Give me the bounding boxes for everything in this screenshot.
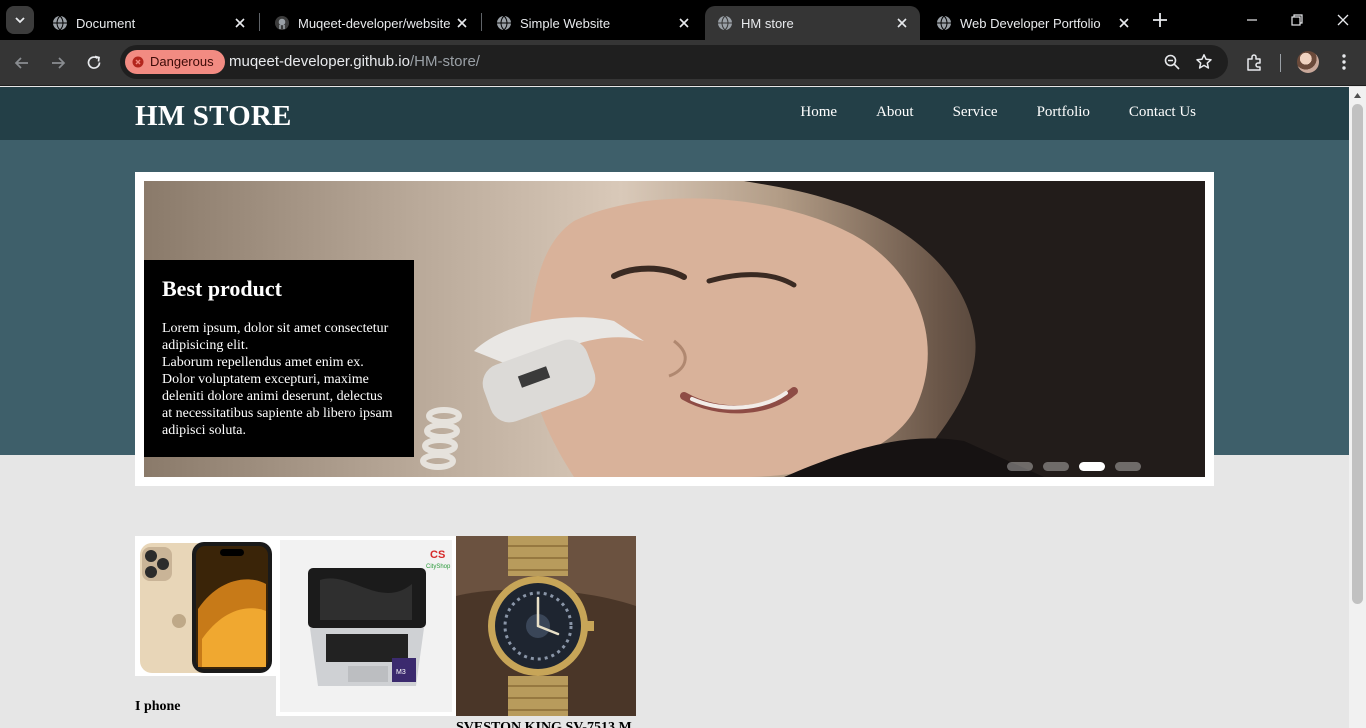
bookmark-star-icon[interactable] <box>1195 53 1213 71</box>
slider-dot-4[interactable] <box>1115 462 1141 471</box>
chevron-down-icon <box>15 17 25 24</box>
slider-dot-1[interactable] <box>1007 462 1033 471</box>
site-logo[interactable]: HM STORE <box>135 100 292 133</box>
tab-github[interactable]: Muqeet-developer/website <box>262 6 480 40</box>
laptop-illustration: CS CityShop M3 <box>280 540 452 712</box>
tab-title: Document <box>76 15 136 31</box>
tab-divider <box>259 13 260 31</box>
site-header: HM STORE Home About Service Portfolio Co… <box>0 87 1349 140</box>
extensions-icon[interactable] <box>1245 52 1265 72</box>
hero-slider[interactable]: Best product Lorem ipsum, dolor sit amet… <box>135 172 1214 486</box>
tab-simple-website[interactable]: Simple Website <box>484 6 702 40</box>
hero-caption-title: Best product <box>162 276 282 301</box>
url-text[interactable]: muqeet-developer.github.io/HM-store/ <box>229 53 480 70</box>
security-chip[interactable]: Dangerous <box>125 50 225 74</box>
hero-photo: Best product Lorem ipsum, dolor sit amet… <box>144 181 1205 477</box>
warning-icon <box>132 56 144 68</box>
page-scrollbar[interactable] <box>1349 87 1366 728</box>
tab-divider <box>481 13 482 31</box>
nav-home[interactable]: Home <box>800 104 837 121</box>
nav-about[interactable]: About <box>876 104 914 121</box>
minimize-icon[interactable] <box>1242 10 1262 30</box>
site-nav: Home About Service Portfolio Contact Us <box>800 104 1196 121</box>
iphone-illustration <box>140 542 272 673</box>
product-image-laptop[interactable]: CS CityShop M3 <box>276 536 456 716</box>
close-window-icon[interactable] <box>1333 10 1353 30</box>
globe-icon <box>718 15 732 31</box>
forward-arrow-icon[interactable] <box>48 53 68 73</box>
close-icon[interactable] <box>894 15 910 31</box>
slider-dot-2[interactable] <box>1043 462 1069 471</box>
github-icon <box>275 16 289 30</box>
tab-portfolio[interactable]: Web Developer Portfolio <box>924 6 1142 40</box>
close-icon[interactable] <box>232 15 248 31</box>
nav-portfolio[interactable]: Portfolio <box>1037 104 1090 121</box>
profile-avatar[interactable] <box>1297 51 1319 73</box>
tab-search-button[interactable] <box>6 6 34 34</box>
nav-service[interactable]: Service <box>953 104 998 121</box>
svg-text:CS: CS <box>430 549 445 561</box>
zoom-icon[interactable] <box>1163 53 1181 71</box>
slider-dot-3[interactable] <box>1079 462 1105 471</box>
security-chip-label: Dangerous <box>150 54 214 69</box>
tab-strip: Document Muqeet-developer/website Simple… <box>0 0 1366 40</box>
product-image-watch[interactable] <box>456 536 636 716</box>
product-name-watch[interactable]: SVESTON KING SV-7513 M <box>456 720 632 728</box>
slider-dots <box>1007 462 1141 471</box>
watch-illustration <box>456 536 636 716</box>
back-arrow-icon[interactable] <box>12 53 32 73</box>
nav-contact-us[interactable]: Contact Us <box>1129 104 1196 121</box>
url-host: muqeet-developer.github.io <box>229 53 410 70</box>
product-image-iphone[interactable] <box>135 536 276 676</box>
hero-caption-text: Lorem ipsum, dolor sit amet consectetur … <box>162 321 393 438</box>
menu-kebab-icon[interactable] <box>1334 52 1354 72</box>
reload-icon[interactable] <box>84 53 104 73</box>
globe-icon <box>497 15 511 31</box>
svg-text:CityShop: CityShop <box>426 564 451 570</box>
product-name-iphone[interactable]: I phone <box>135 699 181 715</box>
tab-title: Simple Website <box>520 15 611 31</box>
close-icon[interactable] <box>676 15 692 31</box>
toolbar-divider <box>1280 54 1281 72</box>
hero-caption: Best product Lorem ipsum, dolor sit amet… <box>144 260 414 457</box>
new-tab-icon[interactable] <box>1150 10 1170 30</box>
tab-hm-store[interactable]: HM store <box>705 6 920 40</box>
scrollbar-thumb[interactable] <box>1352 104 1363 604</box>
tab-document[interactable]: Document <box>40 6 258 40</box>
address-bar[interactable]: Dangerous muqeet-developer.github.io/HM-… <box>120 45 1228 79</box>
tab-title: Web Developer Portfolio <box>960 15 1101 31</box>
globe-icon <box>937 15 951 31</box>
tab-title: Muqeet-developer/website <box>298 15 451 31</box>
scroll-up-icon[interactable] <box>1353 91 1362 100</box>
url-path: /HM-store/ <box>409 53 480 70</box>
close-icon[interactable] <box>1116 15 1132 31</box>
browser-toolbar: Dangerous muqeet-developer.github.io/HM-… <box>0 40 1366 86</box>
svg-text:M3: M3 <box>396 669 406 676</box>
web-page: HM STORE Home About Service Portfolio Co… <box>0 87 1349 728</box>
close-icon[interactable] <box>454 15 470 31</box>
restore-icon[interactable] <box>1287 10 1307 30</box>
globe-icon <box>53 15 67 31</box>
